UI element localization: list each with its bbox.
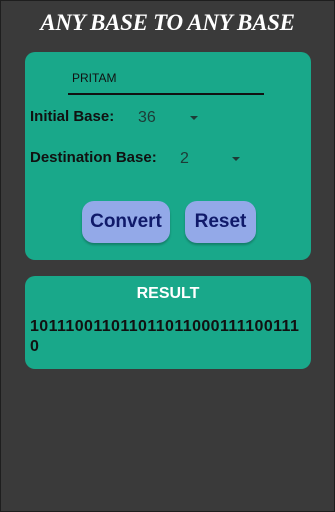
number-input[interactable]	[68, 70, 268, 85]
app-title: ANY BASE TO ANY BASE	[40, 10, 295, 35]
conversion-card: Initial Base: 36 Destination Base: 2 Con…	[25, 52, 311, 260]
chevron-down-icon	[232, 157, 240, 161]
destination-base-label: Destination Base:	[30, 149, 157, 166]
chevron-down-icon	[190, 116, 198, 120]
reset-button[interactable]: Reset	[185, 201, 256, 243]
result-title: RESULT	[136, 285, 200, 302]
initial-base-label: Initial Base:	[30, 108, 115, 125]
result-card: RESULT 1011100110110110110001111001110	[25, 276, 311, 369]
destination-base-select[interactable]: 2	[180, 150, 240, 168]
initial-base-select[interactable]: 36	[138, 109, 198, 127]
destination-base-value: 2	[180, 150, 189, 167]
convert-button[interactable]: Convert	[82, 201, 170, 243]
number-input-wrapper	[68, 69, 268, 95]
initial-base-value: 36	[138, 109, 156, 126]
result-value: 1011100110110110110001111001110	[30, 318, 300, 355]
